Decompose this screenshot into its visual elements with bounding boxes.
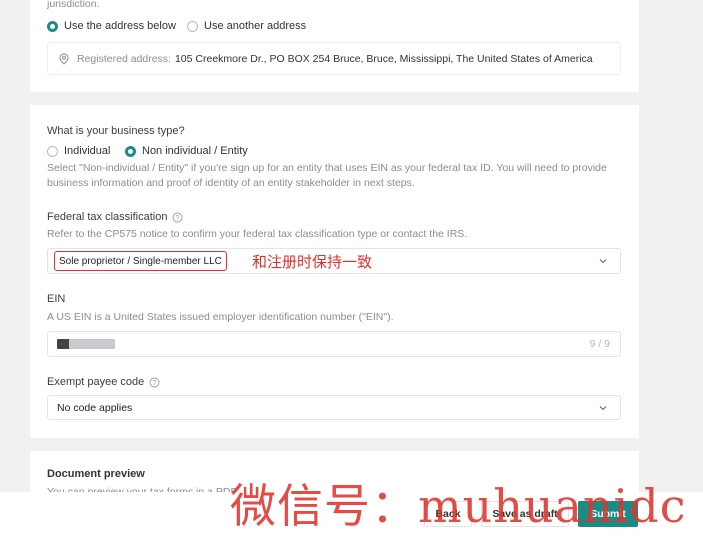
radio-label-another: Use another address: [204, 20, 307, 32]
annotation-text: 和注册时保持一致: [252, 253, 373, 271]
ein-label: EIN: [47, 293, 66, 305]
exempt-payee-select[interactable]: No code applies: [47, 395, 621, 420]
exempt-payee-value: No code applies: [57, 401, 133, 414]
tax-classification-select[interactable]: Sole proprietor / Single-member LLC 和注册时…: [47, 248, 621, 274]
radio-use-another-address[interactable]: Use another address: [187, 20, 306, 32]
radio-use-address-below[interactable]: Use the address below: [47, 20, 176, 32]
chevron-down-icon: [599, 405, 607, 410]
business-type-question: What is your business type?: [47, 125, 185, 137]
radio-individual[interactable]: Individual: [47, 145, 110, 157]
registered-address-value: 105 Creekmore Dr., PO BOX 254 Bruce, Bru…: [174, 52, 593, 65]
exempt-payee-label-text: Exempt payee code: [47, 376, 145, 388]
radio-unchecked-icon[interactable]: [47, 145, 58, 157]
save-as-draft-button[interactable]: Save as draft: [481, 501, 569, 527]
registered-address-label: Registered address:: [77, 52, 171, 65]
tax-classification-label-text: Federal tax classification: [47, 211, 168, 223]
tax-classification-value: Sole proprietor / Single-member LLC: [54, 251, 227, 271]
tax-classification-label: Federal tax classification ?: [47, 211, 183, 223]
left-rail: [0, 0, 30, 539]
svg-text:?: ?: [176, 215, 180, 222]
submit-button[interactable]: Submit: [578, 501, 638, 527]
radio-label-entity: Non individual / Entity: [142, 145, 248, 157]
ein-input[interactable]: 9 / 9: [47, 331, 621, 357]
exempt-payee-label: Exempt payee code ?: [47, 376, 160, 388]
radio-label-use-below: Use the address below: [64, 20, 176, 32]
ein-help: A US EIN is a United States issued emplo…: [47, 311, 394, 323]
radio-label-individual: Individual: [64, 145, 111, 157]
business-type-help: Select "Non-individual / Entity" if you'…: [47, 162, 607, 189]
back-button[interactable]: Back: [424, 501, 472, 527]
location-pin-icon: [59, 52, 69, 65]
radio-non-individual-entity[interactable]: Non individual / Entity: [125, 145, 248, 157]
radio-unchecked-icon[interactable]: [187, 20, 198, 32]
info-icon[interactable]: ?: [149, 377, 160, 388]
jurisdiction-text: jurisdiction.: [47, 0, 100, 10]
tax-classification-help: Refer to the CP575 notice to confirm you…: [47, 228, 468, 240]
svg-text:?: ?: [153, 380, 157, 387]
chevron-down-icon: [599, 259, 607, 264]
document-preview-title: Document preview: [47, 468, 145, 480]
address-card: jurisdiction. Use the address below Use …: [30, 0, 639, 92]
radio-checked-icon[interactable]: [125, 145, 136, 157]
ein-counter: 9 / 9: [589, 338, 610, 350]
registered-address-box: Registered address: 105 Creekmore Dr., P…: [47, 42, 621, 75]
ein-redacted-value: [57, 339, 115, 349]
radio-checked-icon[interactable]: [47, 20, 58, 32]
info-icon[interactable]: ?: [172, 212, 183, 223]
business-type-card: What is your business type? Individual N…: [30, 105, 639, 438]
